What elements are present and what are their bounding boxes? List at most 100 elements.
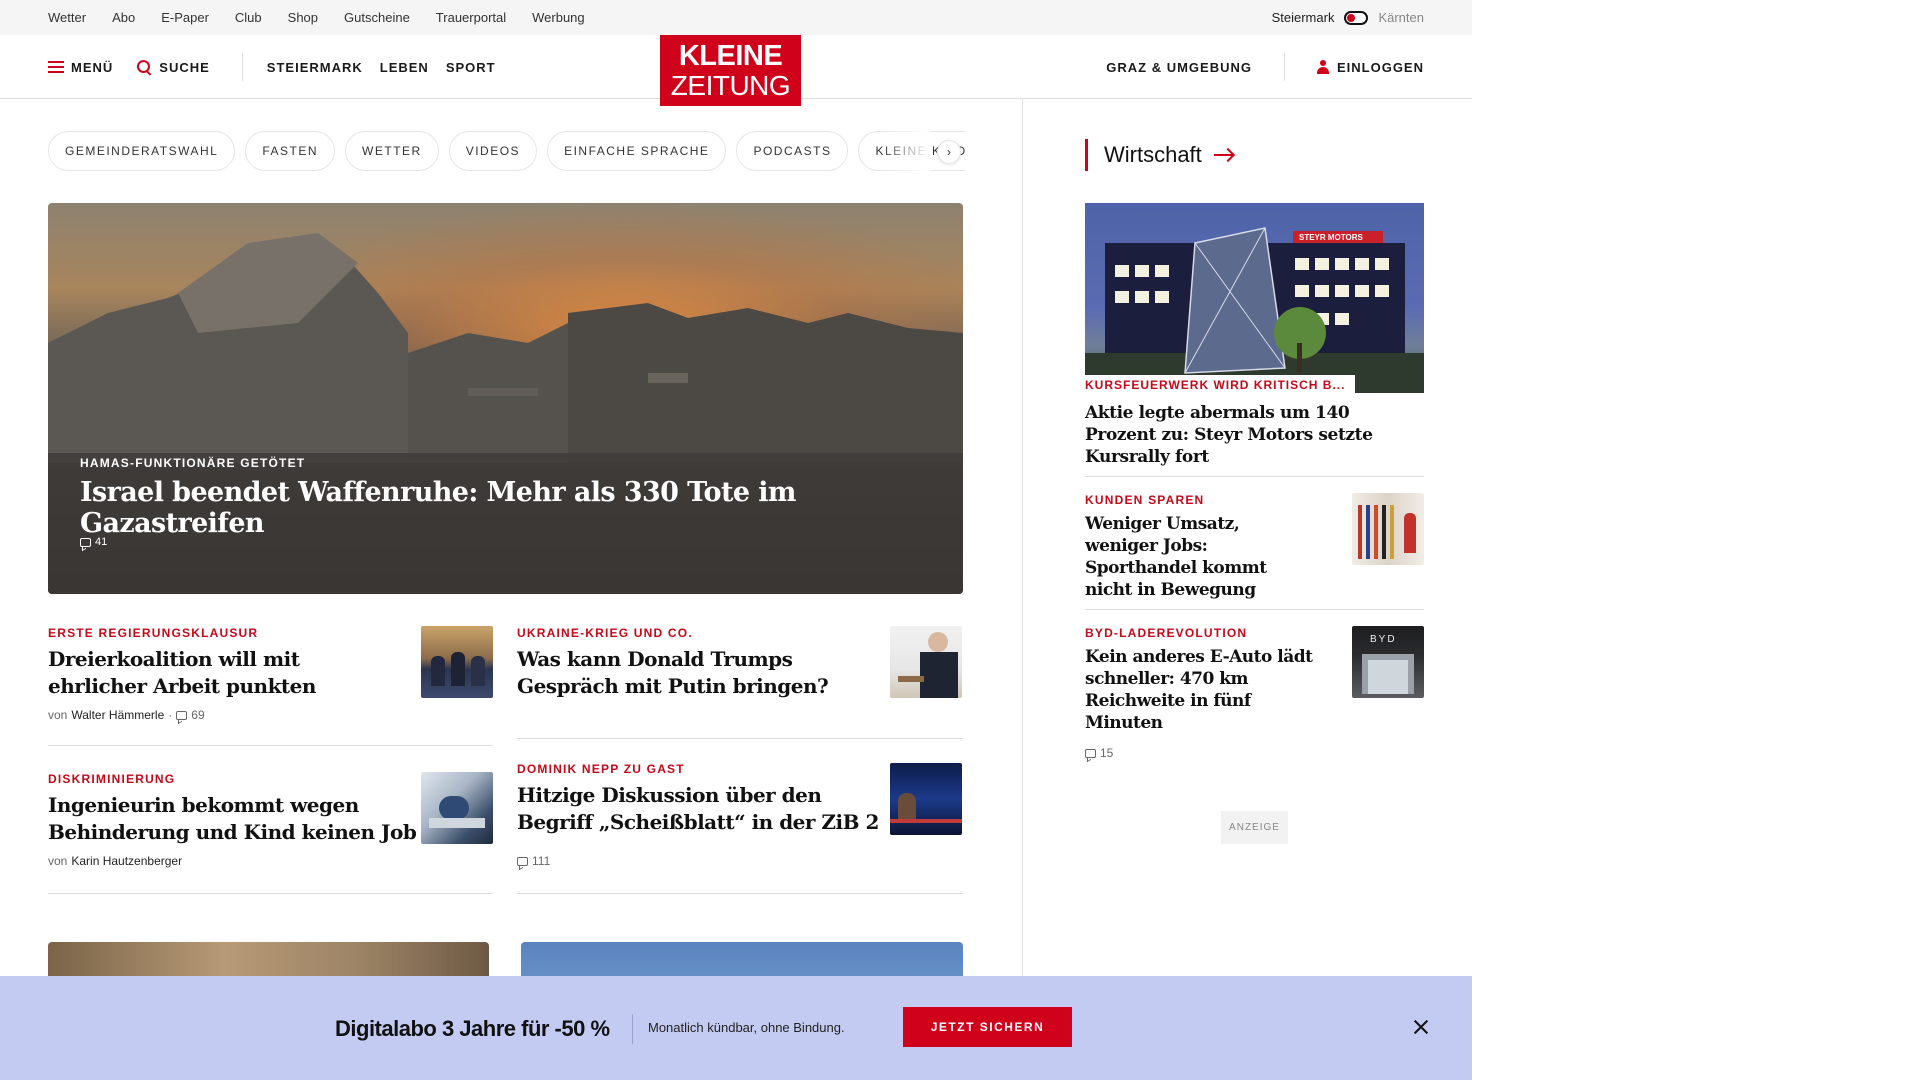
- meta-dot: ·: [168, 708, 173, 722]
- menu-button[interactable]: MENÜ: [48, 60, 113, 75]
- hero-title[interactable]: Israel beendet Waffenruhe: Mehr als 330 …: [80, 477, 963, 539]
- comment-icon: [80, 537, 91, 547]
- article-meta: von Karin Hautzenberger: [48, 854, 493, 868]
- hamburger-icon: [48, 61, 64, 73]
- promo-title: Digitalabo 3 Jahre für -50 %: [335, 1016, 610, 1041]
- article-teaser[interactable]: UKRAINE-KRIEG UND CO. Was kann Donald Tr…: [517, 626, 962, 700]
- main-nav: MENÜ SUCHE STEIERMARK LEBEN SPORT KLEINE…: [0, 35, 1472, 106]
- nav-section-steiermark[interactable]: STEIERMARK: [267, 60, 363, 75]
- close-icon[interactable]: [1410, 1016, 1432, 1038]
- sidebar-section-title[interactable]: Wirtschaft: [1085, 139, 1232, 171]
- article-teaser[interactable]: ERSTE REGIERUNGSKLAUSUR Dreierkoalition …: [48, 626, 493, 722]
- empty-gutter: [1472, 0, 1920, 1080]
- logo-line2: ZEITUNG: [670, 69, 791, 101]
- sidebar-divider: [1085, 609, 1424, 610]
- utility-links: Wetter Abo E-Paper Club Shop Gutscheine …: [48, 0, 585, 35]
- user-icon: [1316, 60, 1329, 74]
- region-kaernten[interactable]: Kärnten: [1378, 10, 1424, 25]
- nav-left: MENÜ SUCHE STEIERMARK LEBEN SPORT: [48, 35, 496, 99]
- region-toggle[interactable]: [1344, 10, 1369, 25]
- byline-prefix: von: [48, 854, 68, 868]
- utility-link-club[interactable]: Club: [235, 10, 262, 25]
- arrow-right-icon: [1213, 154, 1232, 156]
- sidebar-main-title[interactable]: Aktie legte abermals um 140 Prozent zu: …: [1085, 402, 1424, 468]
- hero-kicker: HAMAS-FUNKTIONÄRE GETÖTET: [80, 456, 306, 470]
- article-thumbnail[interactable]: [890, 763, 962, 835]
- article-thumbnail[interactable]: [1352, 493, 1424, 565]
- sidebar-divider: [1085, 476, 1424, 477]
- ad-label: ANZEIGE: [1221, 811, 1288, 844]
- menu-label: MENÜ: [71, 59, 114, 75]
- sidebar-teaser[interactable]: KUNDEN SPAREN Weniger Umsatz, weniger Jo…: [1085, 493, 1424, 601]
- utility-link-werbung[interactable]: Werbung: [532, 10, 585, 25]
- chip-fasten[interactable]: FASTEN: [245, 131, 336, 171]
- article-meta: 111: [517, 854, 962, 868]
- utility-bar: Wetter Abo E-Paper Club Shop Gutscheine …: [0, 0, 1472, 35]
- hero-article[interactable]: HAMAS-FUNKTIONÄRE GETÖTET Israel beendet…: [48, 203, 963, 594]
- utility-link-epaper[interactable]: E-Paper: [161, 10, 209, 25]
- promo-divider: [632, 1014, 633, 1044]
- region-switch: Steiermark Kärnten: [1272, 0, 1424, 35]
- login-button[interactable]: EINLOGGEN: [1337, 60, 1424, 75]
- chevron-right-icon[interactable]: ›: [937, 140, 961, 164]
- building-sign: STEYR MOTORS: [1299, 233, 1364, 242]
- nav-right: GRAZ & UMGEBUNG EINLOGGEN: [1106, 35, 1424, 99]
- sidebar-title-text: Wirtschaft: [1104, 142, 1202, 167]
- nav-right-divider: [1283, 53, 1285, 81]
- article-thumbnail[interactable]: [890, 626, 962, 698]
- search-label: SUCHE: [159, 59, 210, 75]
- comment-count[interactable]: 111: [532, 854, 550, 868]
- logo-line1: KLEINE: [678, 39, 783, 72]
- chip-einfache-sprache[interactable]: EINFACHE SPRACHE: [547, 131, 727, 171]
- author-link[interactable]: Walter Hämmerle: [71, 708, 164, 722]
- article-teaser[interactable]: DISKRIMINIERUNG Ingenieurin bekommt wege…: [48, 772, 493, 868]
- article-thumbnail[interactable]: [421, 772, 493, 844]
- chip-wetter[interactable]: WETTER: [345, 131, 439, 171]
- comment-icon: [1085, 748, 1096, 758]
- page: Wetter Abo E-Paper Club Shop Gutscheine …: [0, 0, 1472, 1080]
- promo-cta-button[interactable]: JETZT SICHERN: [903, 1007, 1072, 1047]
- byline-prefix: von: [48, 708, 68, 722]
- chip-gemeinderatswahl[interactable]: GEMEINDERATSWAHL: [48, 131, 236, 171]
- row-divider: [48, 745, 493, 746]
- search-button[interactable]: SUCHE: [137, 59, 210, 75]
- promo-text: Monatlich kündbar, ohne Bindung.: [648, 1020, 845, 1035]
- utility-link-shop[interactable]: Shop: [288, 10, 318, 25]
- region-steiermark[interactable]: Steiermark: [1272, 10, 1335, 25]
- article-title[interactable]: Weniger Umsatz, weniger Jobs: Sporthande…: [1085, 513, 1315, 601]
- utility-link-abo[interactable]: Abo: [112, 10, 135, 25]
- site-logo[interactable]: KLEINE ZEITUNG: [660, 35, 801, 106]
- article-thumbnail[interactable]: [421, 626, 493, 698]
- author-link[interactable]: Karin Hautzenberger: [71, 854, 182, 868]
- article-meta: von Walter Hämmerle · 69: [48, 708, 493, 722]
- local-edition-link[interactable]: GRAZ & UMGEBUNG: [1106, 60, 1252, 75]
- article-teaser[interactable]: DOMINIK NEPP ZU GAST Hitzige Diskussion …: [517, 762, 962, 868]
- comment-count[interactable]: 69: [191, 708, 204, 722]
- sidebar-teaser[interactable]: BYD-LADEREVOLUTION Kein anderes E-Auto l…: [1085, 626, 1424, 760]
- article-title[interactable]: Kein anderes E-Auto lädt schneller: 470 …: [1085, 646, 1315, 734]
- hero-comments[interactable]: 41: [80, 536, 107, 548]
- comment-count[interactable]: 15: [1100, 746, 1113, 760]
- chip-podcasts[interactable]: PODCASTS: [736, 131, 849, 171]
- subscription-banner: Digitalabo 3 Jahre für -50 % Monatlich k…: [0, 976, 1472, 1080]
- utility-link-gutscheine[interactable]: Gutscheine: [344, 10, 410, 25]
- byd-logo: BYD: [1370, 634, 1397, 645]
- nav-divider: [241, 53, 243, 81]
- utility-link-trauerportal[interactable]: Trauerportal: [436, 10, 506, 25]
- nav-section-leben[interactable]: LEBEN: [380, 60, 429, 75]
- column-divider: [1022, 99, 1023, 980]
- hero-comment-count: 41: [95, 536, 108, 548]
- chips-fade: [880, 131, 930, 171]
- article-thumbnail[interactable]: BYD: [1352, 626, 1424, 698]
- row-divider: [48, 893, 493, 894]
- sidebar-main-image[interactable]: STEYR MOTORS: [1085, 203, 1424, 393]
- article-meta: 15: [1085, 746, 1424, 760]
- utility-link-wetter[interactable]: Wetter: [48, 10, 86, 25]
- row-divider: [517, 893, 963, 894]
- building-illustration: STEYR MOTORS: [1085, 227, 1424, 393]
- chip-videos[interactable]: VIDEOS: [448, 131, 538, 171]
- nav-section-sport[interactable]: SPORT: [446, 60, 496, 75]
- nav-sections: STEIERMARK LEBEN SPORT: [267, 60, 496, 75]
- sidebar-main-kicker: KURSFEUERWERK WIRD KRITISCH B...: [1085, 375, 1355, 393]
- search-icon: [137, 59, 152, 75]
